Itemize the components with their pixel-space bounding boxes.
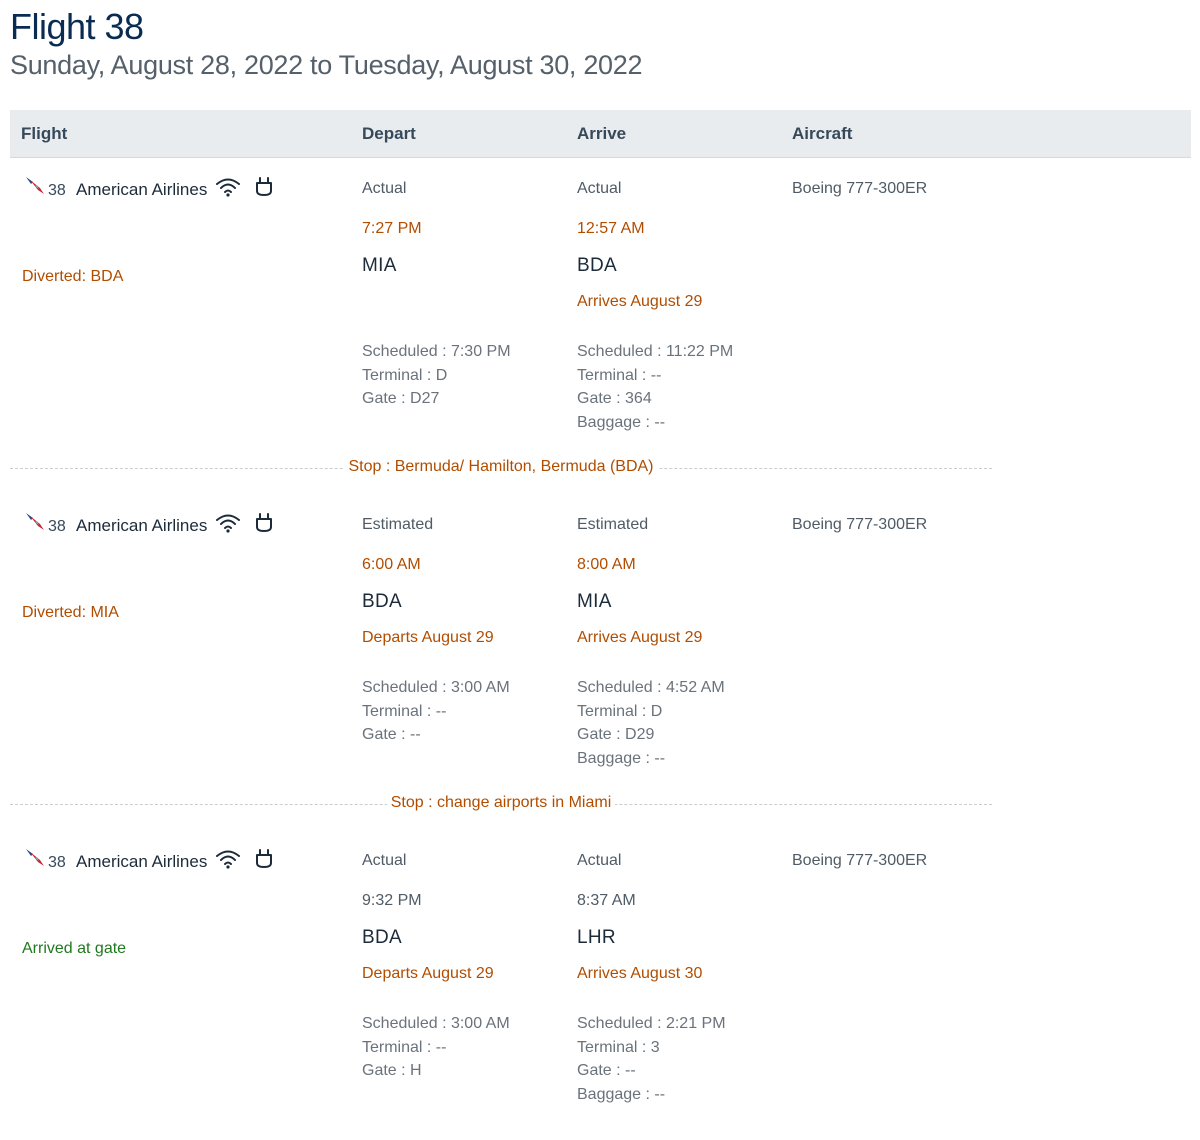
page-title: Flight 38: [10, 6, 144, 47]
arrive-scheduled: Scheduled : 2:21 PM: [577, 1015, 726, 1032]
depart-airport-code[interactable]: BDA: [362, 927, 402, 949]
arrive-details: Scheduled : 2:21 PM Terminal : 3 Gate : …: [577, 1012, 726, 1106]
arrive-scheduled: Scheduled : 11:22 PM: [577, 343, 734, 360]
arrive-gate: Gate : --: [577, 1062, 636, 1079]
flight-number: 38: [48, 518, 66, 535]
depart-details: Scheduled : 3:00 AM Terminal : -- Gate :…: [362, 676, 510, 747]
depart-time-type: Estimated: [362, 516, 434, 533]
depart-time-type: Actual: [362, 180, 407, 197]
depart-details: Scheduled : 3:00 AM Terminal : -- Gate :…: [362, 1012, 510, 1083]
arrive-details: Scheduled : 11:22 PM Terminal : -- Gate …: [577, 340, 733, 434]
depart-time: 9:32 PM: [362, 892, 422, 909]
depart-terminal: Terminal : --: [362, 702, 447, 720]
header-aircraft: Aircraft: [792, 124, 853, 143]
depart-scheduled: Scheduled : 7:30 PM: [362, 343, 511, 360]
arrive-baggage: Baggage : --: [577, 413, 666, 431]
arrive-baggage: Baggage : --: [577, 749, 666, 767]
power-outlet-icon: [256, 177, 272, 196]
flight-segment: 38 American Airlines Diverted: BDA Actua…: [0, 168, 1200, 468]
header-flight: Flight: [21, 124, 68, 143]
stop-label: Stop : Bermuda/ Hamilton, Bermuda (BDA): [344, 458, 658, 475]
depart-gate: Gate : H: [362, 1062, 422, 1079]
aircraft-type: Boeing 777-300ER: [792, 180, 928, 197]
flight-status: Diverted: MIA: [22, 604, 119, 621]
arrive-time: 8:37 AM: [577, 892, 636, 909]
depart-time: 7:27 PM: [362, 220, 422, 237]
depart-airport-code[interactable]: MIA: [362, 255, 397, 277]
arrive-details: Scheduled : 4:52 AM Terminal : D Gate : …: [577, 676, 725, 770]
depart-time: 6:00 AM: [362, 556, 421, 573]
arrive-time-type: Estimated: [577, 516, 649, 533]
aircraft-type: Boeing 777-300ER: [792, 516, 928, 533]
depart-gate: Gate : --: [362, 726, 421, 743]
stop-label: Stop : change airports in Miami: [386, 794, 616, 811]
depart-airport-code[interactable]: BDA: [362, 591, 402, 613]
date-range: Sunday, August 28, 2022 to Tuesday, Augu…: [10, 50, 643, 80]
depart-details: Scheduled : 7:30 PM Terminal : D Gate : …: [362, 340, 511, 411]
depart-gate: Gate : D27: [362, 390, 440, 407]
table-header: Flight Depart Arrive Aircraft: [10, 110, 1191, 158]
arrive-date-note: Arrives August 30: [577, 965, 703, 982]
american-airlines-logo-icon: [26, 849, 44, 866]
arrive-terminal: Terminal : --: [577, 366, 662, 384]
american-airlines-logo-icon: [26, 513, 44, 530]
arrive-time: 8:00 AM: [577, 556, 636, 573]
arrive-scheduled: Scheduled : 4:52 AM: [577, 679, 725, 696]
stop-divider: Stop : change airports in Miami: [10, 794, 992, 814]
arrive-date-note: Arrives August 29: [577, 629, 703, 646]
depart-time-type: Actual: [362, 852, 407, 869]
flight-status: Diverted: BDA: [22, 268, 124, 285]
power-outlet-icon: [256, 513, 272, 532]
flight-status: Arrived at gate: [22, 940, 127, 957]
depart-scheduled: Scheduled : 3:00 AM: [362, 679, 510, 696]
power-outlet-icon: [256, 849, 272, 868]
aircraft-type: Boeing 777-300ER: [792, 852, 928, 869]
arrive-airport-code[interactable]: LHR: [577, 927, 616, 949]
arrive-gate: Gate : 364: [577, 390, 652, 407]
header-arrive: Arrive: [577, 124, 627, 143]
arrive-gate: Gate : D29: [577, 726, 655, 743]
flight-segment: 38 American Airlines Diverted: MIA Estim…: [0, 504, 1200, 804]
arrive-airport-code[interactable]: BDA: [577, 255, 617, 277]
depart-date-note: Departs August 29: [362, 629, 494, 646]
arrive-date-note: Arrives August 29: [577, 293, 703, 310]
flight-segment: 38 American Airlines Arrived at gate Act…: [0, 840, 1200, 1140]
depart-terminal: Terminal : D: [362, 366, 448, 384]
airline-name[interactable]: American Airlines: [76, 180, 207, 200]
airline-name[interactable]: American Airlines: [76, 852, 207, 872]
airline-name[interactable]: American Airlines: [76, 516, 207, 536]
depart-terminal: Terminal : --: [362, 1038, 447, 1056]
arrive-time-type: Actual: [577, 180, 622, 197]
flight-number: 38: [48, 182, 66, 199]
arrive-airport-code[interactable]: MIA: [577, 591, 612, 613]
arrive-baggage: Baggage : --: [577, 1085, 666, 1103]
arrive-time: 12:57 AM: [577, 220, 645, 237]
wifi-icon: [216, 850, 240, 869]
wifi-icon: [216, 178, 240, 197]
arrive-time-type: Actual: [577, 852, 622, 869]
american-airlines-logo-icon: [26, 177, 44, 194]
stop-divider: Stop : Bermuda/ Hamilton, Bermuda (BDA): [10, 458, 992, 478]
flight-number: 38: [48, 854, 66, 871]
wifi-icon: [216, 514, 240, 533]
arrive-terminal: Terminal : 3: [577, 1038, 660, 1056]
depart-scheduled: Scheduled : 3:00 AM: [362, 1015, 510, 1032]
depart-date-note: Departs August 29: [362, 965, 494, 982]
header-depart: Depart: [362, 124, 416, 143]
arrive-terminal: Terminal : D: [577, 702, 663, 720]
